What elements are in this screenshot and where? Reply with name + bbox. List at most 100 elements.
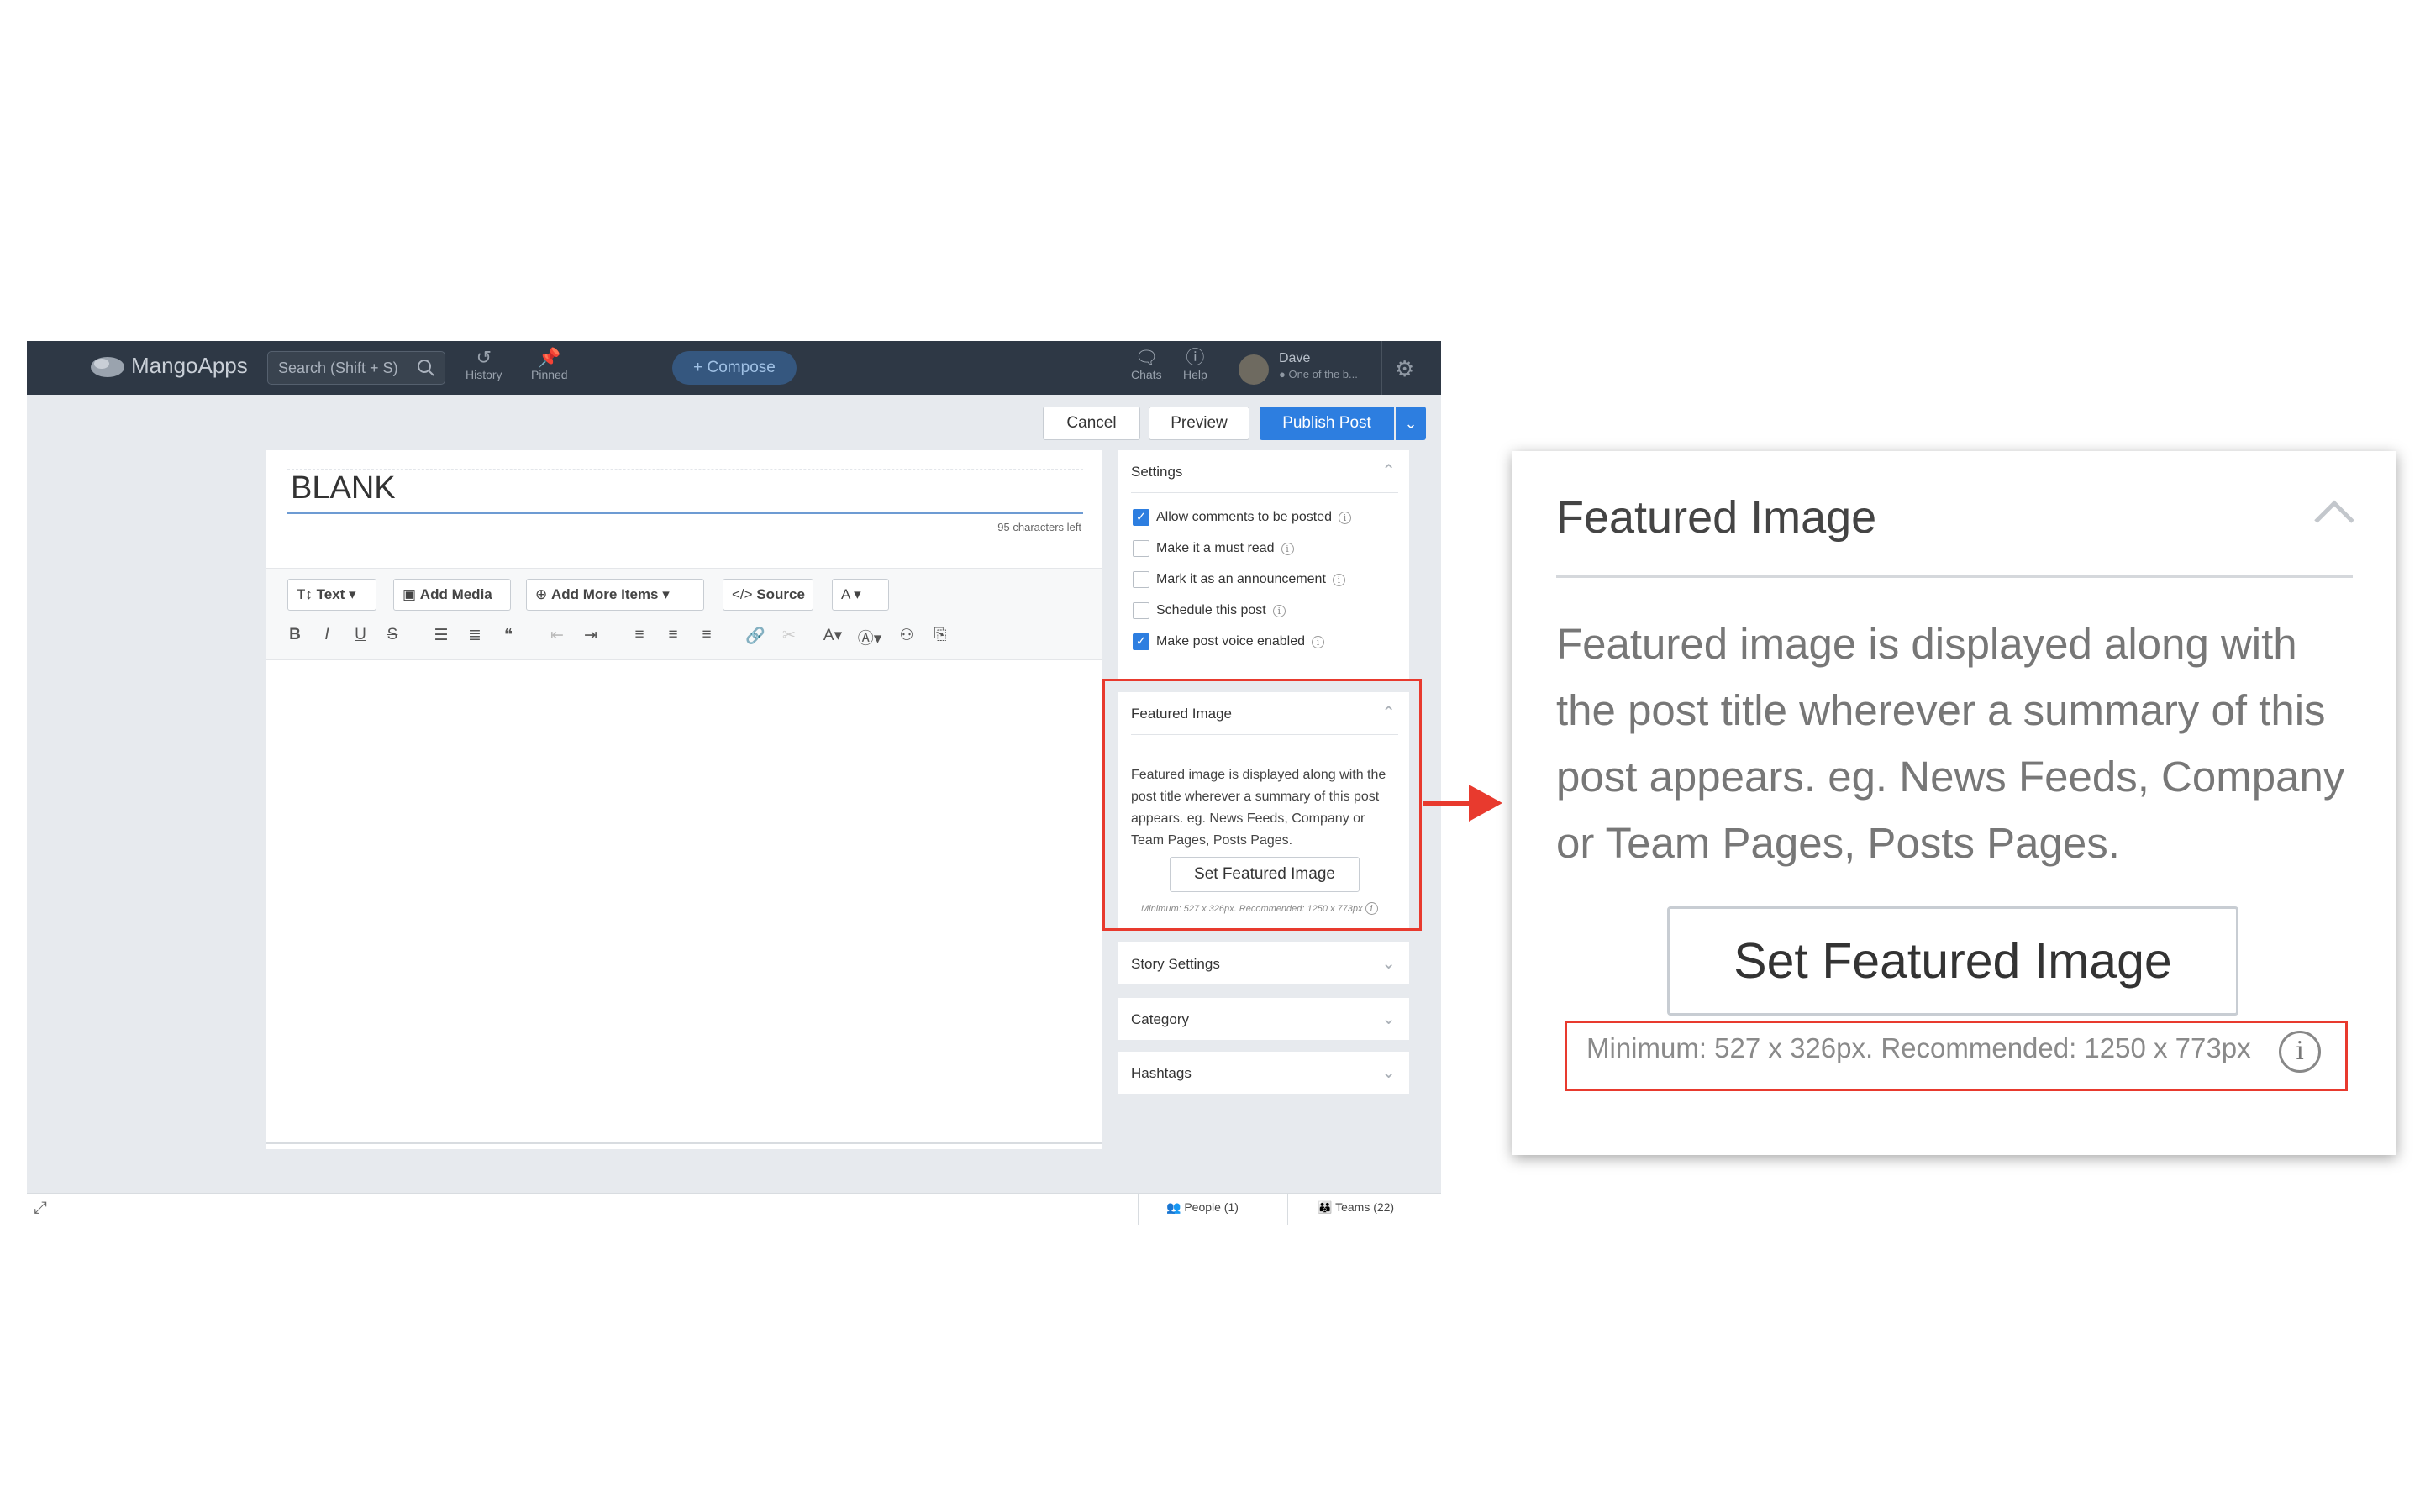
setting-label: Make post voice enabled bbox=[1156, 634, 1305, 648]
people-icon: 👥 bbox=[1166, 1200, 1181, 1214]
italic-icon[interactable]: I bbox=[314, 626, 339, 644]
search-input[interactable]: Search (Shift + S) bbox=[267, 351, 445, 385]
category-panel[interactable]: Category ⌄ bbox=[1118, 998, 1409, 1040]
callout-arrow-icon bbox=[1469, 785, 1502, 822]
featured-image-zoom-callout: Featured Image Featured image is display… bbox=[1512, 451, 2396, 1155]
align-center-icon[interactable]: ≡ bbox=[660, 626, 686, 644]
code-icon: </> bbox=[732, 586, 753, 602]
info-icon[interactable]: i bbox=[1332, 573, 1345, 586]
setting-label: Allow comments to be posted bbox=[1156, 510, 1332, 524]
info-icon[interactable]: i bbox=[1339, 511, 1351, 524]
add-more-items-dropdown[interactable]: ⊕ Add More Items ▾ bbox=[526, 579, 704, 611]
mangoapps-logo[interactable]: MangoApps bbox=[89, 353, 248, 379]
bullet-list-icon[interactable]: ☰ bbox=[429, 626, 454, 645]
info-icon[interactable]: i bbox=[1272, 604, 1286, 617]
collapse-icon[interactable]: ⤢ bbox=[34, 1199, 47, 1218]
chevron-up-icon[interactable]: ⌃ bbox=[1381, 460, 1396, 481]
top-navigation-bar: MangoApps Search (Shift + S) ↺ History 📌… bbox=[27, 341, 1441, 395]
highlight-box-featured-image bbox=[1102, 679, 1422, 931]
source-button[interactable]: </> Source bbox=[723, 579, 813, 611]
nav-chats[interactable]: 🗨 Chats bbox=[1131, 348, 1162, 382]
text-style-dropdown[interactable]: T↕ Text ▾ bbox=[287, 579, 376, 611]
cancel-button[interactable]: Cancel bbox=[1043, 407, 1140, 440]
setting-label: Schedule this post bbox=[1156, 603, 1266, 617]
info-icon[interactable]: i bbox=[1312, 635, 1324, 648]
characters-left: 95 characters left bbox=[997, 521, 1081, 533]
nav-history[interactable]: ↺ History bbox=[466, 347, 502, 382]
settings-divider bbox=[1131, 492, 1398, 493]
teams-tab[interactable]: 👪 Teams (22) bbox=[1318, 1200, 1394, 1215]
gear-icon[interactable]: ⚙ bbox=[1395, 356, 1414, 382]
nav-help[interactable]: ⓘ Help bbox=[1183, 347, 1207, 382]
compose-button[interactable]: + Compose bbox=[672, 351, 797, 385]
outdent-icon[interactable]: ⇤ bbox=[544, 626, 570, 645]
publish-dropdown-button[interactable]: ⌄ bbox=[1396, 407, 1426, 440]
nav-help-label: Help bbox=[1183, 368, 1207, 381]
add-more-label: Add More Items bbox=[550, 586, 659, 602]
align-left-icon[interactable]: ≡ bbox=[627, 626, 652, 644]
checkbox-announcement[interactable] bbox=[1133, 571, 1150, 588]
setting-label: Make it a must read bbox=[1156, 541, 1275, 555]
setting-voice-enabled[interactable]: ✓ Make post voice enabled i bbox=[1133, 633, 1324, 650]
preview-button[interactable]: Preview bbox=[1149, 407, 1249, 440]
user-status-text: One of the b... bbox=[1288, 368, 1358, 381]
people-label: People (1) bbox=[1184, 1200, 1239, 1214]
info-icon[interactable]: i bbox=[1281, 542, 1294, 555]
plus-circle-icon: ⊕ bbox=[535, 586, 548, 602]
bottom-divider bbox=[1287, 1194, 1288, 1225]
zoom-set-featured-image-button[interactable]: Set Featured Image bbox=[1667, 906, 2238, 1016]
paste-text-icon[interactable]: ⎘ bbox=[928, 626, 953, 644]
hashtags-panel[interactable]: Hashtags ⌄ bbox=[1118, 1052, 1409, 1094]
topbar-divider bbox=[1381, 341, 1382, 395]
title-underline bbox=[287, 512, 1083, 514]
story-settings-panel[interactable]: Story Settings ⌄ bbox=[1118, 942, 1409, 984]
post-title-input[interactable]: BLANK bbox=[291, 470, 396, 507]
people-tab[interactable]: 👥 People (1) bbox=[1166, 1200, 1239, 1215]
font-family-dropdown[interactable]: A ▾ bbox=[832, 579, 889, 611]
callout-arrow-line bbox=[1423, 801, 1476, 806]
help-icon: ⓘ bbox=[1186, 347, 1205, 368]
settings-panel: Settings ⌃ ✓ Allow comments to be posted … bbox=[1118, 450, 1409, 679]
setting-allow-comments[interactable]: ✓ Allow comments to be posted i bbox=[1133, 509, 1351, 526]
checkbox-voice-enabled[interactable]: ✓ bbox=[1133, 633, 1150, 650]
setting-label: Mark it as an announcement bbox=[1156, 572, 1326, 586]
editor-toolbar: T↕ Text ▾ ▣ Add Media ⊕ Add More Items ▾… bbox=[266, 568, 1102, 660]
strikethrough-icon[interactable]: S bbox=[380, 626, 405, 644]
background-color-icon[interactable]: Ⓐ▾ bbox=[857, 626, 882, 648]
logo-text: MangoApps bbox=[131, 353, 248, 378]
checkbox-must-read[interactable] bbox=[1133, 540, 1150, 557]
user-menu[interactable]: Dave ● One of the b... bbox=[1239, 349, 1381, 388]
chevron-down-icon[interactable]: ⌄ bbox=[1381, 953, 1396, 974]
category-title: Category bbox=[1131, 1011, 1189, 1027]
link-icon[interactable]: 🔗 bbox=[743, 626, 768, 646]
setting-announcement[interactable]: Mark it as an announcement i bbox=[1133, 571, 1345, 588]
unlink-icon[interactable]: ✂ bbox=[776, 626, 802, 645]
highlight-box-size-hint bbox=[1565, 1021, 2348, 1091]
chevron-down-icon[interactable]: ⌄ bbox=[1381, 1008, 1396, 1029]
underline-icon[interactable]: U bbox=[348, 626, 373, 644]
indent-icon[interactable]: ⇥ bbox=[578, 626, 603, 645]
history-icon: ↺ bbox=[476, 347, 492, 368]
add-media-button[interactable]: ▣ Add Media bbox=[393, 579, 511, 611]
checkbox-schedule[interactable] bbox=[1133, 602, 1150, 619]
search-icon[interactable] bbox=[416, 358, 436, 378]
nav-pinned[interactable]: 📌 Pinned bbox=[531, 348, 568, 382]
bold-icon[interactable]: B bbox=[282, 626, 308, 644]
publish-post-button[interactable]: Publish Post bbox=[1260, 407, 1394, 440]
checkbox-allow-comments[interactable]: ✓ bbox=[1133, 509, 1150, 526]
find-replace-icon[interactable]: ⚇ bbox=[894, 626, 919, 645]
text-style-label: Text bbox=[316, 586, 345, 602]
post-editor: BLANK 95 characters left T↕ Text ▾ ▣ Add… bbox=[266, 450, 1102, 1149]
zoom-featured-image-title: Featured Image bbox=[1556, 492, 1877, 543]
numbered-list-icon[interactable]: ≣ bbox=[462, 626, 487, 645]
chevron-down-icon[interactable]: ⌄ bbox=[1381, 1062, 1396, 1083]
hashtags-title: Hashtags bbox=[1131, 1065, 1192, 1081]
text-color-icon[interactable]: A▾ bbox=[820, 626, 845, 645]
settings-title: Settings bbox=[1131, 464, 1183, 480]
blockquote-icon[interactable]: ❝ bbox=[496, 626, 521, 645]
setting-must-read[interactable]: Make it a must read i bbox=[1133, 540, 1294, 557]
align-right-icon[interactable]: ≡ bbox=[694, 626, 719, 644]
chevron-up-icon[interactable] bbox=[2312, 491, 2356, 535]
app-screenshot: MangoApps Search (Shift + S) ↺ History 📌… bbox=[27, 341, 1441, 1225]
setting-schedule[interactable]: Schedule this post i bbox=[1133, 602, 1286, 619]
